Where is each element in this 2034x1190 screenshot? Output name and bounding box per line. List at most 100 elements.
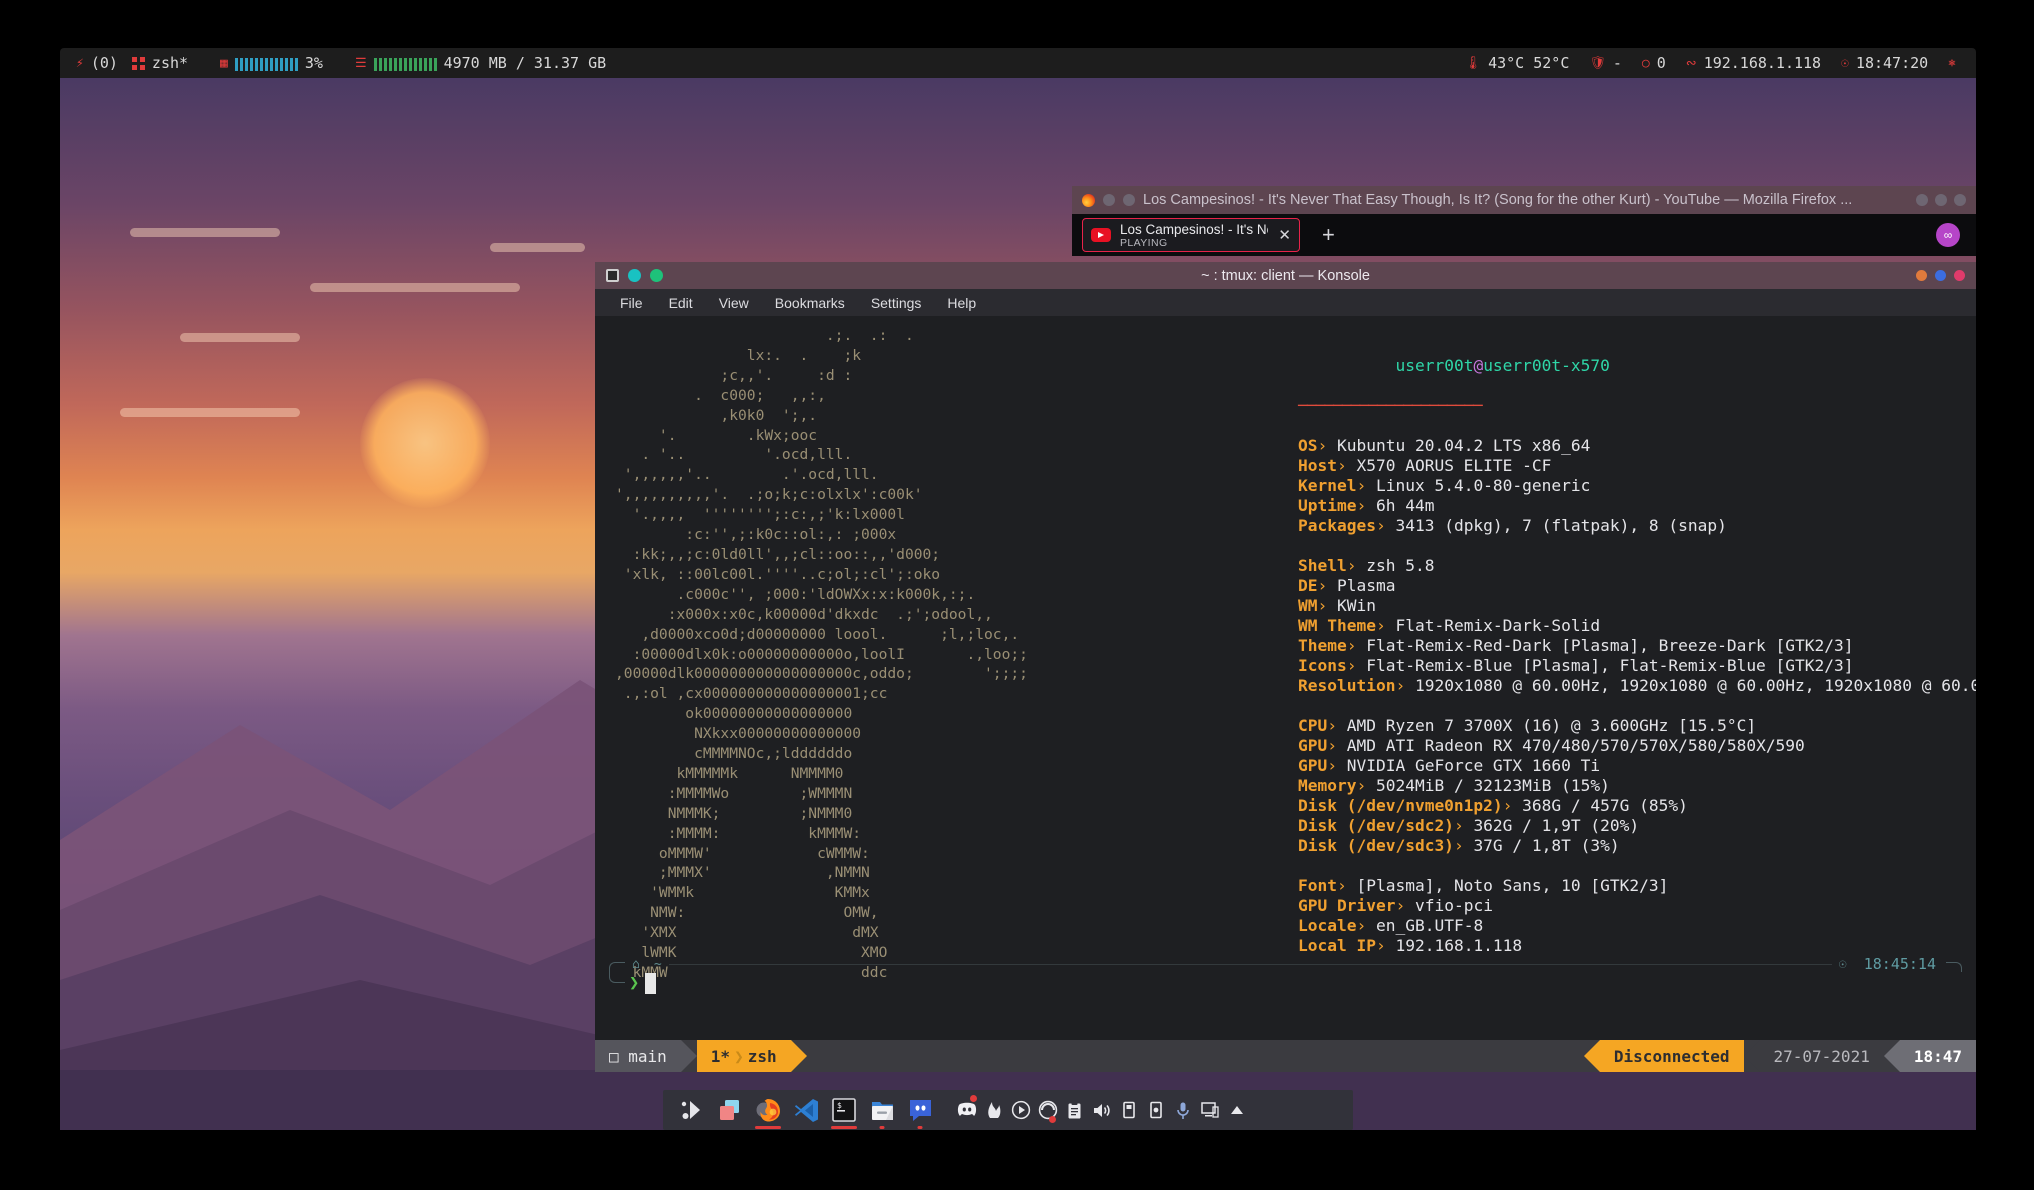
topbar-item-power[interactable]: ⎈ [1948,57,1956,70]
firefox-titlebar[interactable]: Los Campesinos! - It's Never That Easy T… [1072,186,1976,214]
topbar-item-clock[interactable]: ☉ 18:47:20 [1841,54,1928,72]
screen-bottom-bezel [0,1130,2034,1190]
neofetch-row: Disk (/dev/nvme0n1p2)› 368G / 457G (85%) [1298,796,1688,815]
menu-view[interactable]: View [706,295,762,311]
youtube-icon [1091,228,1111,242]
show-hidden-tray-icon[interactable] [1223,1092,1250,1128]
new-tab-button[interactable]: + [1322,222,1335,248]
discord-tray-icon[interactable] [953,1092,980,1128]
window-switcher-icon[interactable] [711,1092,749,1128]
topbar-shield-label: - [1612,54,1622,72]
menu-edit[interactable]: Edit [656,295,706,311]
keep-above-button[interactable] [1916,270,1927,281]
topbar-item-github[interactable]: ○ 0 [1642,54,1666,72]
topbar-ip-label: 192.168.1.118 [1703,54,1822,72]
tmux-window[interactable]: 1* ❯ zsh [696,1040,791,1072]
neofetch-key: Disk (/dev/nvme0n1p2) [1298,796,1503,815]
tmux-connection-status[interactable]: Disconnected [1599,1040,1744,1072]
topbar-item-shield[interactable]: 🛡 - [1589,54,1622,72]
neofetch-key: Locale [1298,916,1357,935]
topbar-github-label: 0 [1656,54,1666,72]
menu-settings[interactable]: Settings [858,295,935,311]
neofetch-key: CPU [1298,716,1328,735]
terminal-cursor[interactable] [645,972,657,994]
clipboard-tray-icon[interactable] [1061,1092,1088,1128]
vscode-icon[interactable] [787,1092,825,1128]
topbar-item-network[interactable]: ∾ 192.168.1.118 [1686,54,1821,72]
neofetch-value: 1920x1080 @ 60.00Hz, 1920x1080 @ 60.00Hz… [1414,676,1976,695]
usb-device-tray-icon[interactable] [1115,1092,1142,1128]
desktop-root: ⚡ (0) zsh* ▦ 3% ☰ 4970 MB / 31.37 GB 🌡 4… [0,0,2034,1190]
shade-button[interactable] [1935,270,1946,281]
menu-file[interactable]: File [607,295,656,311]
neofetch-userhost: userr00t@userr00t-x570 [1298,336,1976,396]
prompt-path: ~ [653,956,662,972]
discord-icon[interactable] [901,1092,939,1128]
battery-tray-icon[interactable] [1142,1092,1169,1128]
shell-prompt[interactable]: ⌂ ~ ☉ 18:45:14 ❯ [609,955,1962,994]
firefox-icon[interactable] [749,1092,787,1128]
microphone-tray-icon[interactable] [1169,1092,1196,1128]
neofetch-key: Host [1298,456,1337,475]
topbar-clock-label: 18:47:20 [1855,54,1929,72]
account-avatar[interactable]: ∞ [1936,223,1960,247]
volume-tray-icon[interactable] [1088,1092,1115,1128]
svg-text:$: $ [837,1101,842,1110]
file-manager-icon[interactable] [863,1092,901,1128]
close-button[interactable] [1954,270,1965,281]
konsole-window[interactable]: ~ : tmux: client — Konsole File Edit Vie… [595,262,1976,1072]
neofetch-row: Host› X570 AORUS ELITE -CF [1298,456,1552,475]
close-icon[interactable]: ✕ [1278,226,1291,244]
neofetch-row: Uptime› 6h 44m [1298,496,1435,515]
prompt-corner-bottom [609,972,625,983]
segment-arrow [680,1040,697,1072]
neofetch-key: Kernel [1298,476,1357,495]
neofetch-value: Flat-Remix-Dark-Solid [1395,616,1601,635]
firefox-window-title: Los Campesinos! - It's Never That Easy T… [1143,192,1853,208]
topbar-item-temperature[interactable]: 🌡 43°C 52°C [1465,54,1570,72]
home-icon: ⌂ [632,956,640,972]
media-player-tray-icon[interactable] [1007,1092,1034,1128]
topbar-item-plug[interactable]: ⚡ (0) [76,54,118,72]
clock-icon: ☉ [1841,55,1849,71]
topbar-item-cpu[interactable]: ▦ 3% [220,54,323,72]
neofetch-row: Locale› en_GB.UTF-8 [1298,916,1484,935]
terminal-viewport[interactable]: .;. .: . lx:. . ;k ;c,,'. :d : . c000; ,… [595,316,1976,1040]
apps-grid-icon [131,56,145,70]
tmux-date: 27-07-2021 [1759,1040,1884,1072]
konsole-titlebar[interactable]: ~ : tmux: client — Konsole [595,262,1976,289]
topbar-item-memory[interactable]: ☰ 4970 MB / 31.37 GB [355,54,606,72]
topbar-cpu-label: 3% [304,54,323,72]
menu-bookmarks[interactable]: Bookmarks [762,295,858,311]
konsole-icon[interactable]: $ [825,1092,863,1128]
firefox-tab-youtube[interactable]: Los Campesinos! - It's Neve PLAYING ✕ [1082,218,1300,252]
neofetch-row: Memory› 5024MiB / 32123MiB (15%) [1298,776,1610,795]
cloud [180,333,300,342]
tmux-window-name: zsh [747,1046,777,1066]
neofetch-row: GPU› NVIDIA GeForce GTX 1660 Ti [1298,756,1601,775]
neofetch-value: vfio-pci [1414,896,1493,915]
neofetch-value: 3413 (dpkg), 7 (flatpak), 8 (snap) [1395,516,1727,535]
flameshot-tray-icon[interactable] [980,1092,1007,1128]
neofetch-row: Kernel› Linux 5.4.0-80-generic [1298,476,1591,495]
tmux-session-name[interactable]: □ main [595,1040,681,1072]
firefox-window[interactable]: Los Campesinos! - It's Never That Easy T… [1072,186,1976,256]
neofetch-row: WM Theme› Flat-Remix-Dark-Solid [1298,616,1601,635]
firefox-tabbar: Los Campesinos! - It's Neve PLAYING ✕ + … [1072,214,1976,256]
neofetch-at: @ [1473,356,1484,375]
neofetch-value: [Plasma], Noto Sans, 10 [GTK2/3] [1356,876,1669,895]
display-tray-icon[interactable] [1196,1092,1223,1128]
neofetch-user: userr00t [1395,356,1474,375]
close-button[interactable] [1954,194,1966,206]
plug-icon: ⚡ [76,55,84,71]
topbar-item-session[interactable]: zsh* [131,54,188,72]
kde-launcher-icon[interactable] [673,1092,711,1128]
sync-tray-icon[interactable] [1034,1092,1061,1128]
minimize-button[interactable] [1916,194,1928,206]
neofetch-key: GPU Driver [1298,896,1396,915]
segment-arrow [1883,1040,1900,1072]
menu-help[interactable]: Help [934,295,989,311]
neofetch-value: 37G / 1,8T (3%) [1473,836,1620,855]
maximize-button[interactable] [1935,194,1947,206]
neofetch-value: 362G / 1,9T (20%) [1473,816,1640,835]
